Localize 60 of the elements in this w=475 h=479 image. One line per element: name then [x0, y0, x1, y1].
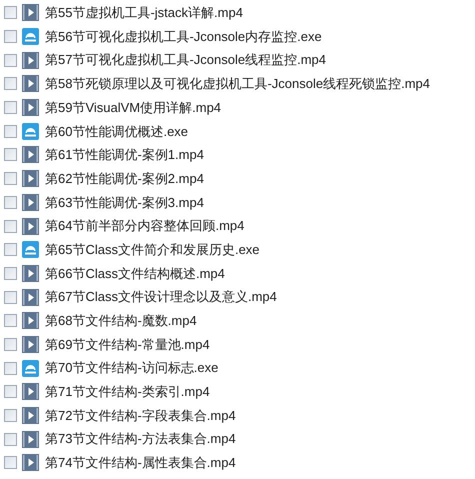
- checkbox[interactable]: [4, 220, 17, 233]
- checkbox[interactable]: [4, 124, 17, 138]
- checkbox[interactable]: [4, 6, 17, 20]
- file-name[interactable]: 第74节文件结构-属性表集合.mp4: [45, 453, 236, 473]
- file-name[interactable]: 第67节Class文件设计理念以及意义.mp4: [45, 287, 277, 307]
- file-name[interactable]: 第61节性能调优-案例1.mp4: [45, 145, 204, 165]
- file-name[interactable]: 第65节Class文件简介和发展历史.exe: [45, 240, 260, 260]
- video-file-icon: [22, 430, 39, 448]
- file-name[interactable]: 第72节文件结构-字段表集合.mp4: [45, 406, 236, 426]
- video-file-icon: [22, 312, 39, 330]
- checkbox[interactable]: [4, 338, 17, 351]
- checkbox[interactable]: [4, 54, 17, 67]
- checkbox[interactable]: [4, 266, 17, 280]
- checkbox[interactable]: [4, 196, 17, 209]
- app-file-icon: [22, 28, 39, 46]
- video-file-icon: [22, 407, 39, 424]
- file-name[interactable]: 第59节VisualVM使用详解.mp4: [45, 98, 222, 118]
- file-name[interactable]: 第69节文件结构-常量池.mp4: [45, 334, 210, 354]
- checkbox[interactable]: [4, 30, 17, 44]
- file-name[interactable]: 第56节可视化虚拟机工具-Jconsole内存监控.exe: [45, 26, 322, 46]
- checkbox[interactable]: [4, 172, 17, 186]
- file-name[interactable]: 第66节Class文件结构概述.mp4: [45, 264, 225, 284]
- checkbox[interactable]: [4, 77, 17, 90]
- file-name[interactable]: 第64节前半部分内容整体回顾.mp4: [45, 216, 244, 236]
- checkbox[interactable]: [4, 385, 17, 398]
- app-file-icon: [22, 241, 39, 258]
- checkbox[interactable]: [4, 148, 17, 162]
- video-file-icon: [22, 264, 39, 282]
- video-file-icon: [22, 336, 39, 353]
- file-name[interactable]: 第62节性能调优-案例2.mp4: [45, 168, 204, 188]
- video-file-icon: [22, 288, 39, 306]
- checkbox[interactable]: [4, 432, 17, 446]
- file-name[interactable]: 第57节可视化虚拟机工具-Jconsole线程监控.mp4: [45, 50, 326, 70]
- checkbox[interactable]: [4, 409, 17, 422]
- checkbox[interactable]: [4, 362, 17, 375]
- video-file-icon: [22, 146, 39, 164]
- video-file-icon: [22, 383, 39, 400]
- file-name[interactable]: 第73节文件结构-方法表集合.mp4: [45, 429, 236, 449]
- video-file-icon: [22, 170, 39, 188]
- file-name[interactable]: 第55节虚拟机工具-jstack详解.mp4: [45, 3, 243, 23]
- file-name[interactable]: 第71节文件结构-类索引.mp4: [45, 382, 210, 402]
- video-file-icon: [22, 194, 39, 211]
- video-file-icon: [22, 4, 39, 22]
- checkbox[interactable]: [4, 314, 17, 328]
- checkbox[interactable]: [4, 101, 17, 114]
- video-file-icon: [22, 99, 39, 116]
- video-file-icon: [22, 75, 39, 92]
- checkbox[interactable]: [4, 456, 17, 470]
- video-file-icon: [22, 454, 39, 472]
- video-file-icon: [22, 218, 39, 235]
- file-name[interactable]: 第63节性能调优-案例3.mp4: [45, 192, 204, 212]
- app-file-icon: [22, 360, 39, 377]
- file-name[interactable]: 第70节文件结构-访问标志.exe: [45, 358, 218, 378]
- video-file-icon: [22, 52, 39, 69]
- file-name[interactable]: 第60节性能调优概述.exe: [45, 122, 188, 142]
- file-name[interactable]: 第68节文件结构-魔数.mp4: [45, 311, 197, 331]
- app-file-icon: [22, 122, 39, 140]
- checkbox[interactable]: [4, 290, 17, 304]
- file-name[interactable]: 第58节死锁原理以及可视化虚拟机工具-Jconsole线程死锁监控.mp4: [45, 74, 430, 94]
- checkbox[interactable]: [4, 243, 17, 256]
